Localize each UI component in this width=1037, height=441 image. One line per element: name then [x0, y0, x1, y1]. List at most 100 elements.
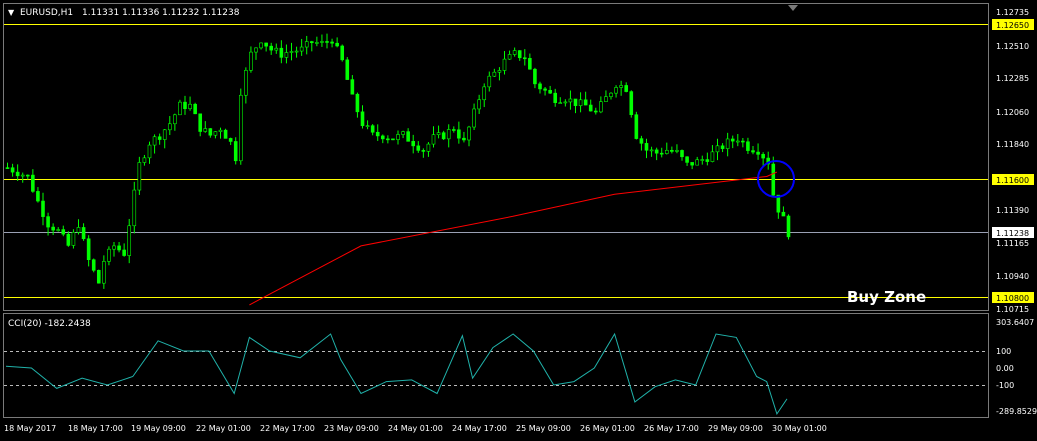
candle-body [137, 162, 142, 191]
time-tick: 25 May 09:00 [516, 424, 571, 433]
candle-body [254, 47, 258, 53]
candle-body [279, 47, 284, 58]
trading-chart[interactable]: ▼ EURUSD,H1 1.11331 1.11336 1.11232 1.11… [0, 0, 1037, 441]
candle-body [487, 75, 492, 88]
candle-body [700, 159, 705, 161]
cci-tick: -289.8529 [996, 407, 1037, 416]
candle-body [31, 174, 35, 192]
price-tick: 1.11840 [996, 140, 1029, 149]
candle-body [771, 163, 776, 196]
candle-body [563, 101, 568, 104]
time-tick: 26 May 17:00 [644, 424, 699, 433]
candle-body [396, 134, 400, 140]
time-tick: 18 May 2017 [4, 424, 56, 433]
candle-body [690, 162, 694, 166]
candle-body [264, 42, 268, 47]
candle-body [315, 42, 319, 44]
price-tick: 1.12285 [996, 74, 1029, 83]
candle-body [309, 41, 314, 44]
candle-body [157, 136, 162, 140]
time-tick: 29 May 09:00 [708, 424, 763, 433]
indicator-panel-frame [3, 313, 989, 418]
candle-body [558, 102, 563, 104]
candle-body [725, 138, 730, 149]
candle-body [502, 58, 507, 71]
candle-body [71, 232, 76, 246]
candle-body [583, 99, 588, 106]
candle-body [664, 149, 669, 154]
candle-body [446, 129, 451, 140]
candle-body [695, 159, 700, 166]
candle-body [730, 138, 735, 142]
time-tick: 23 May 09:00 [324, 424, 379, 433]
cci-tick: 303.6407 [996, 318, 1034, 327]
candle-body [162, 129, 167, 140]
time-tick: 24 May 01:00 [388, 424, 443, 433]
candle-body [436, 132, 441, 136]
candle-body [659, 152, 664, 155]
level-price-label: 1.12650 [996, 21, 1029, 30]
candle-body [573, 98, 578, 106]
candle-body [86, 238, 91, 260]
candle-body [335, 42, 339, 47]
candle-body [299, 46, 304, 52]
candle-body [619, 85, 623, 88]
candle-body [746, 141, 750, 151]
candle-body [720, 145, 725, 149]
candle-body [512, 50, 517, 55]
candle-body [528, 58, 532, 70]
candle-body [533, 68, 537, 85]
candle-body [426, 143, 431, 152]
candle-body [370, 125, 375, 133]
time-tick: 22 May 01:00 [196, 424, 251, 433]
candle-body [188, 103, 192, 110]
candle-body [46, 216, 50, 228]
cci-label: CCI(20) -182.2438 [8, 319, 91, 329]
candle-body [639, 138, 644, 144]
candle-body [751, 150, 755, 153]
price-tick: 1.12060 [996, 108, 1029, 117]
candle-body [228, 138, 233, 142]
candle-body [91, 259, 96, 271]
candle-body [710, 151, 715, 162]
candle-body [325, 41, 329, 43]
candle-body [102, 261, 106, 284]
candle-body [10, 167, 15, 173]
candle-body [624, 85, 629, 92]
price-tick: 1.10940 [996, 272, 1029, 281]
cci-axis: 303.6407 100 0.00 -100 -289.8529 [996, 318, 1037, 416]
candle-body [259, 42, 263, 49]
candle-body [538, 83, 542, 90]
candle-body [507, 54, 512, 60]
candle-body [294, 50, 299, 53]
candle-body [284, 52, 289, 58]
candle-body [675, 150, 679, 152]
time-tick: 22 May 17:00 [260, 424, 315, 433]
candle-body [568, 98, 573, 103]
cci-tick: -100 [996, 381, 1014, 390]
candle-body [41, 200, 45, 217]
candle-body [360, 111, 365, 127]
candle-body [741, 140, 745, 143]
candle-body [588, 104, 593, 112]
candle-body [152, 136, 157, 146]
menu-chevron-icon[interactable]: ▼ [8, 8, 15, 17]
candle-body [20, 174, 25, 177]
candle-body [715, 145, 720, 153]
candle-body [482, 86, 487, 101]
cci-tick: 0.00 [996, 364, 1014, 373]
candle-body [411, 141, 416, 147]
candle-body [51, 226, 55, 231]
candle-body [76, 227, 81, 233]
buy-zone-label[interactable]: Buy Zone [847, 288, 926, 306]
candle-body [81, 227, 86, 240]
candle-body [644, 143, 649, 151]
candle-body [122, 249, 126, 256]
candle-body [472, 108, 476, 128]
symbol-label: EURUSD,H1 [20, 8, 73, 18]
time-axis: 18 May 2017 18 May 17:00 19 May 09:00 22… [4, 424, 827, 433]
shift-marker-icon[interactable] [788, 5, 798, 11]
candle-body [223, 129, 228, 139]
cci-line [5, 332, 788, 416]
time-tick: 26 May 01:00 [580, 424, 635, 433]
